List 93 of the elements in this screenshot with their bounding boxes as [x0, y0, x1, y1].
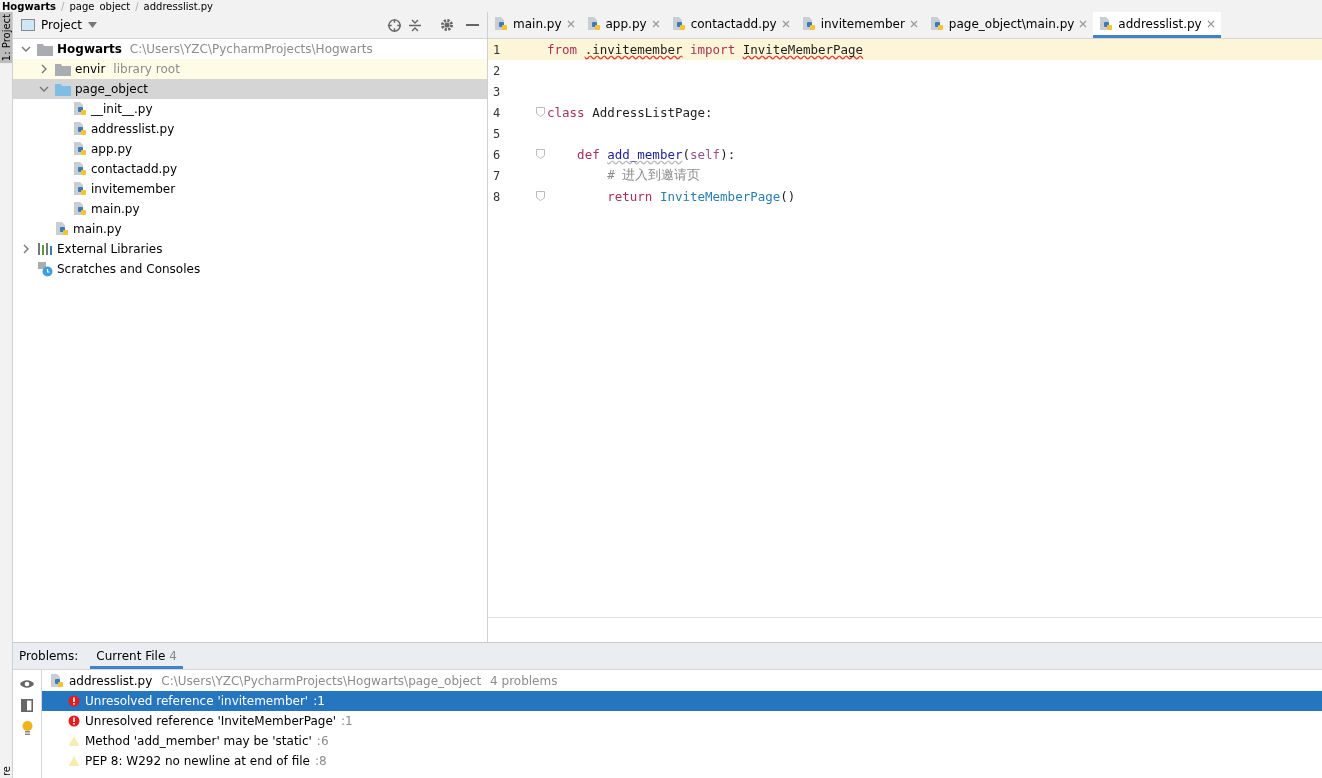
- editor-tab[interactable]: contactadd.py: [665, 12, 796, 38]
- close-icon[interactable]: [651, 19, 660, 28]
- close-icon[interactable]: [909, 19, 918, 28]
- chevron-right-icon[interactable]: [39, 64, 49, 74]
- line-number: 7: [492, 168, 502, 183]
- breadcrumb-item[interactable]: Hogwarts: [2, 1, 57, 12]
- problem-item[interactable]: Unresolved reference 'InviteMemberPage' :1: [42, 711, 1322, 731]
- window-icon: [21, 19, 35, 31]
- line-number: 1: [492, 42, 502, 57]
- error-icon: [68, 715, 80, 727]
- preview-icon[interactable]: [21, 699, 33, 712]
- close-icon[interactable]: [566, 19, 575, 28]
- python-file-icon: [73, 101, 87, 117]
- problem-item[interactable]: PEP 8: W292 no newline at end of file :8: [42, 751, 1322, 771]
- python-file-icon: [73, 121, 87, 137]
- problems-tab[interactable]: Current File 4: [90, 643, 183, 669]
- line-number: 3: [492, 84, 502, 99]
- panel-title[interactable]: Project: [41, 18, 83, 32]
- chevron-right-icon[interactable]: [21, 244, 31, 254]
- tree-item[interactable]: __init__.py: [13, 99, 487, 119]
- fold-marker-icon[interactable]: [535, 148, 545, 159]
- python-file-icon: [73, 161, 87, 177]
- project-tool-tab[interactable]: 1: Project: [0, 12, 12, 64]
- tree-item[interactable]: app.py: [13, 139, 487, 159]
- python-file-icon: [494, 15, 508, 32]
- libraries-icon: [37, 242, 53, 256]
- problem-count: 4 problems: [490, 674, 558, 688]
- eye-icon[interactable]: [19, 678, 35, 690]
- tree-item[interactable]: External Libraries: [13, 239, 487, 259]
- code-line: return InviteMemberPage(): [606, 189, 796, 204]
- file-path: C:\Users\YZC\PycharmProjects\Hogwarts\page_object: [161, 674, 482, 688]
- tree-item[interactable]: addresslist.py: [13, 119, 487, 139]
- line-number: 8: [492, 189, 502, 204]
- warning-icon: [68, 735, 80, 747]
- breadcrumb-separator: /: [135, 1, 139, 12]
- line-number: 5: [492, 126, 502, 141]
- line-number: 4: [492, 105, 502, 120]
- code-line: from .invitemember import InviteMemberPage: [547, 42, 864, 57]
- folder-icon: [55, 82, 71, 96]
- tree-item[interactable]: Hogwarts C:\Users\YZC\PycharmProjects\Hogwarts: [13, 39, 487, 59]
- editor-tab[interactable]: addresslist.py: [1093, 12, 1221, 38]
- python-file-icon: [50, 673, 64, 689]
- folder-icon: [55, 62, 71, 76]
- python-file-icon: [586, 15, 601, 32]
- fold-marker-icon[interactable]: [535, 190, 545, 201]
- python-file-icon: [1099, 15, 1114, 32]
- problem-item[interactable]: Unresolved reference 'invitemember' :1: [42, 691, 1322, 711]
- python-file-icon: [671, 15, 686, 32]
- python-file-icon: [929, 15, 944, 32]
- tree-item[interactable]: envir library root: [13, 59, 487, 79]
- fold-marker-icon[interactable]: [535, 106, 545, 117]
- python-file-icon: [55, 221, 69, 237]
- line-number: 6: [492, 147, 502, 162]
- caret-icon[interactable]: [88, 22, 98, 28]
- python-file-icon: [73, 181, 87, 197]
- tree-item[interactable]: main.py: [13, 219, 487, 239]
- folder-icon: [37, 42, 53, 56]
- file-name: addresslist.py: [69, 674, 153, 688]
- close-icon[interactable]: [781, 19, 790, 28]
- editor-tab[interactable]: page_object\main.py: [923, 12, 1094, 38]
- python-file-icon: [801, 15, 816, 32]
- chevron-down-icon[interactable]: [39, 84, 49, 94]
- collapse-icon[interactable]: [408, 17, 422, 33]
- locate-icon[interactable]: [387, 17, 402, 33]
- code-line: def add_member(self):: [576, 147, 736, 162]
- error-icon: [68, 695, 80, 707]
- settings-icon[interactable]: [440, 18, 454, 32]
- tree-item[interactable]: contactadd.py: [13, 159, 487, 179]
- tree-item[interactable]: page_object: [13, 79, 487, 99]
- breadcrumb-item[interactable]: page_object: [69, 1, 131, 12]
- problem-file-row[interactable]: addresslist.py C:\Users\YZC\PycharmProjects\Hogwarts\page_object 4 problems: [42, 671, 1322, 691]
- editor-tab[interactable]: main.py: [488, 12, 581, 38]
- problem-item[interactable]: Method 'add_member' may be 'static' :6: [42, 731, 1322, 751]
- panel-title: Problems:: [19, 649, 79, 663]
- chevron-down-icon[interactable]: [21, 44, 31, 54]
- breadcrumb-separator: /: [61, 1, 65, 12]
- editor-tab[interactable]: invitemember: [795, 12, 924, 38]
- tree-item[interactable]: invitemember: [13, 179, 487, 199]
- warning-icon: [68, 755, 80, 767]
- close-icon[interactable]: [1079, 19, 1088, 28]
- editor-tab[interactable]: app.py: [580, 12, 666, 38]
- line-number: 2: [492, 63, 502, 78]
- python-file-icon: [73, 141, 87, 157]
- tree-item[interactable]: main.py: [13, 199, 487, 219]
- scratches-icon: [37, 261, 53, 277]
- tree-item[interactable]: Scratches and Consoles: [13, 259, 487, 279]
- lightbulb-icon[interactable]: [21, 721, 33, 736]
- python-file-icon: [73, 201, 87, 217]
- structure-tool-tab[interactable]: re: [0, 763, 12, 778]
- close-icon[interactable]: [1206, 19, 1215, 28]
- code-line: class AddressListPage:: [547, 105, 713, 120]
- code-line: # 进入到邀请页: [606, 167, 701, 182]
- breadcrumb-item[interactable]: addresslist.py: [143, 1, 214, 12]
